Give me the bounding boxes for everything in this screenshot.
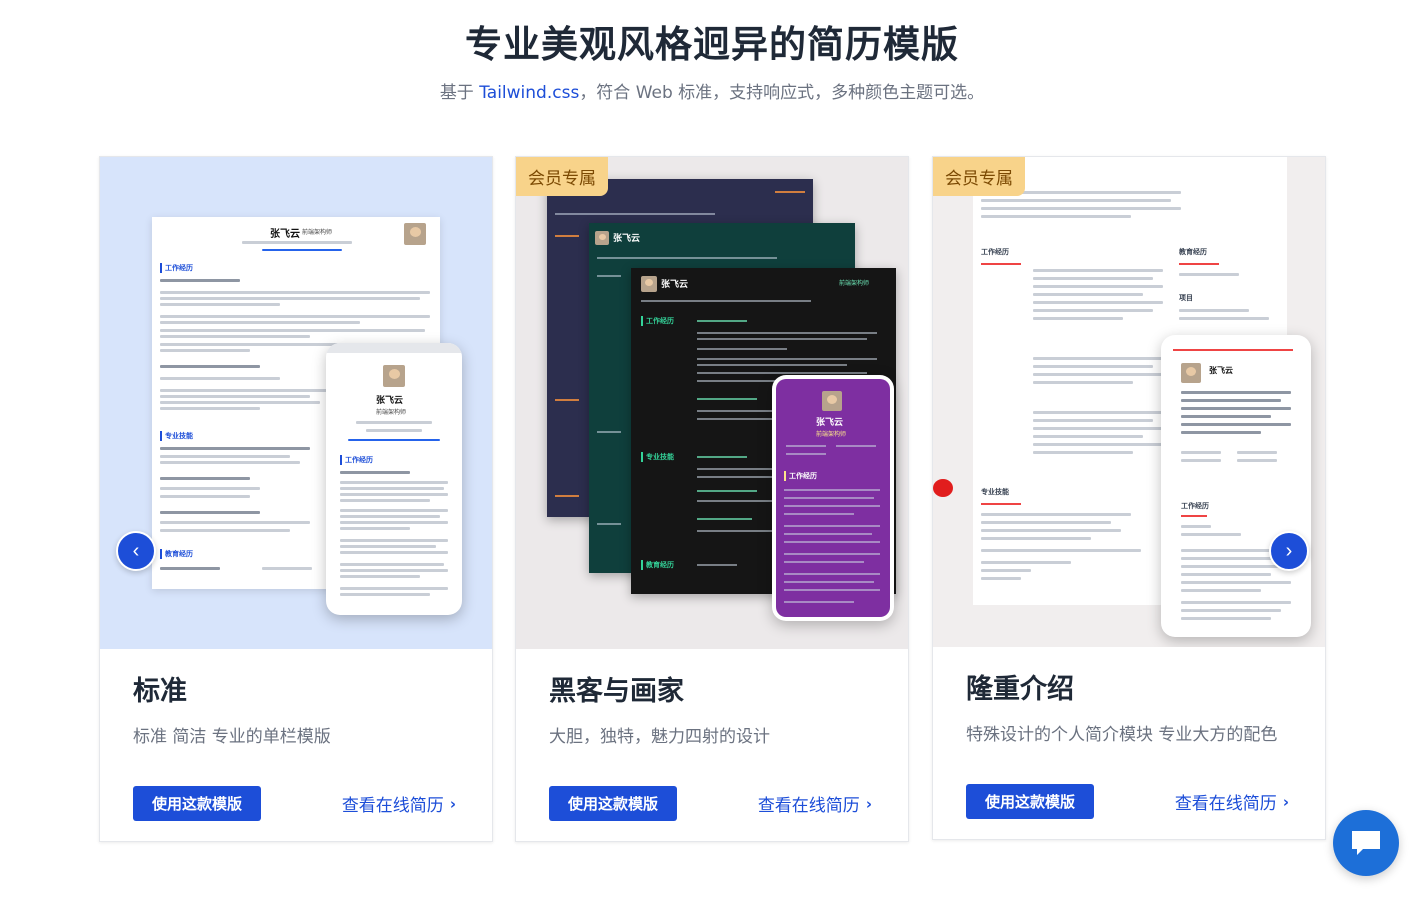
- resume-avatar: [404, 223, 426, 245]
- carousel-next-button[interactable]: ›: [1269, 531, 1309, 571]
- subtitle-prefix: 基于: [439, 83, 480, 103]
- page-subtitle: 基于 Tailwind.css，符合 Web 标准，支持响应式，多种颜色主题可选…: [0, 78, 1424, 103]
- template-description: 标准 简洁 专业的单栏模版: [133, 727, 331, 747]
- chevron-left-icon: ‹: [132, 539, 140, 562]
- tailwind-link[interactable]: Tailwind.css: [479, 83, 579, 103]
- chevron-right-icon: ›: [449, 794, 456, 813]
- template-card-hacker: 会员专属 张飞云 张飞云 前端架构师 工作经历 专业技能 教育经历 张飞云 前端…: [515, 156, 909, 842]
- phone-role: 前端架构师: [376, 409, 407, 416]
- resume-section-education: 教育经历: [160, 549, 193, 559]
- resume-role: 前端架构师: [302, 229, 333, 236]
- resume-section-skills: 专业技能: [160, 431, 193, 441]
- phone-role-hacker: 前端架构师: [816, 431, 847, 438]
- view-online-resume-link[interactable]: 查看在线简历 ›: [757, 791, 872, 817]
- member-only-badge: 会员专属: [516, 157, 608, 196]
- template-description: 大胆，独特，魅力四射的设计: [549, 727, 770, 747]
- chevron-right-icon: ›: [1285, 539, 1293, 562]
- feature-section-work: 工作经历: [981, 248, 1009, 256]
- chevron-right-icon: ›: [865, 794, 872, 813]
- view-online-resume-link[interactable]: 查看在线简历 ›: [1174, 789, 1289, 815]
- view-online-resume-label: 查看在线简历: [1174, 794, 1277, 814]
- member-only-badge: 会员专属: [933, 157, 1025, 196]
- template-title: 黑客与画家: [549, 676, 684, 707]
- phone-avatar: [383, 365, 405, 387]
- hacker-name-b: 张飞云: [613, 234, 641, 244]
- resume-section-work: 工作经历: [160, 263, 193, 273]
- use-template-button[interactable]: 使用这款模版: [549, 786, 677, 821]
- feature-section-project: 项目: [1179, 294, 1193, 302]
- template-title: 标准: [133, 676, 187, 707]
- template-card-standard: 张飞云 前端架构师 工作经历 专业技能 教育经历 张飞云 前端架构师 工作经历 …: [99, 156, 493, 842]
- template-preview-hacker[interactable]: 会员专属 张飞云 张飞云 前端架构师 工作经历 专业技能 教育经历 张飞云 前端…: [516, 157, 908, 649]
- feature-phone-preview: 张飞云 工作经历: [1161, 335, 1311, 637]
- hacker-section-work: 工作经历: [641, 316, 674, 326]
- template-preview-feature[interactable]: 会员专属 工作经历 教育经历 项目 专业技能 张飞云 工作经历: [933, 157, 1325, 647]
- view-online-resume-label: 查看在线简历: [341, 796, 444, 816]
- feature-section-edu: 教育经历: [1179, 248, 1207, 256]
- use-template-button[interactable]: 使用这款模版: [133, 786, 261, 821]
- use-template-button[interactable]: 使用这款模版: [966, 784, 1094, 819]
- carousel-prev-button[interactable]: ‹: [116, 531, 156, 571]
- subtitle-suffix: ，符合 Web 标准，支持响应式，多种颜色主题可选。: [579, 83, 985, 103]
- phone-name-hacker: 张飞云: [816, 418, 844, 428]
- resume-phone-preview: 张飞云 前端架构师 工作经历: [326, 343, 462, 615]
- chat-support-button[interactable]: [1333, 810, 1399, 876]
- phone-name-feature: 张飞云: [1209, 366, 1233, 375]
- hacker-name-c: 张飞云: [661, 280, 689, 290]
- template-card-feature: 会员专属 工作经历 教育经历 项目 专业技能 张飞云 工作经历 隆重介绍 特殊设…: [932, 156, 1326, 840]
- view-online-resume-label: 查看在线简历: [757, 796, 860, 816]
- template-title: 隆重介绍: [966, 674, 1074, 705]
- hacker-avatar-c: [641, 276, 657, 292]
- resume-name: 张飞云: [270, 229, 300, 240]
- hacker-section-education: 教育经历: [641, 560, 674, 570]
- phone-avatar-feature: [1181, 363, 1201, 383]
- template-preview-standard[interactable]: 张飞云 前端架构师 工作经历 专业技能 教育经历 张飞云 前端架构师 工作经历: [100, 157, 492, 649]
- phone-section-hacker: 工作经历: [784, 471, 817, 481]
- hacker-avatar-b: [595, 231, 609, 245]
- chat-bubble-icon: [1352, 831, 1380, 855]
- chevron-right-icon: ›: [1282, 792, 1289, 811]
- phone-section-work: 工作经历: [340, 455, 373, 465]
- hacker-role: 前端架构师: [839, 280, 870, 287]
- view-online-resume-link[interactable]: 查看在线简历 ›: [341, 791, 456, 817]
- template-description: 特殊设计的个人简介模块 专业大方的配色: [966, 725, 1278, 745]
- feature-section-skills: 专业技能: [981, 488, 1009, 496]
- phone-section-feature: 工作经历: [1181, 502, 1209, 510]
- phone-name: 张飞云: [376, 396, 404, 406]
- page-title: 专业美观风格迥异的简历模版: [465, 23, 959, 66]
- hacker-phone-preview: 张飞云 前端架构师 工作经历: [772, 375, 894, 621]
- hacker-section-skills: 专业技能: [641, 452, 674, 462]
- phone-avatar-hacker: [822, 391, 842, 411]
- decorative-red-dot: [933, 479, 953, 497]
